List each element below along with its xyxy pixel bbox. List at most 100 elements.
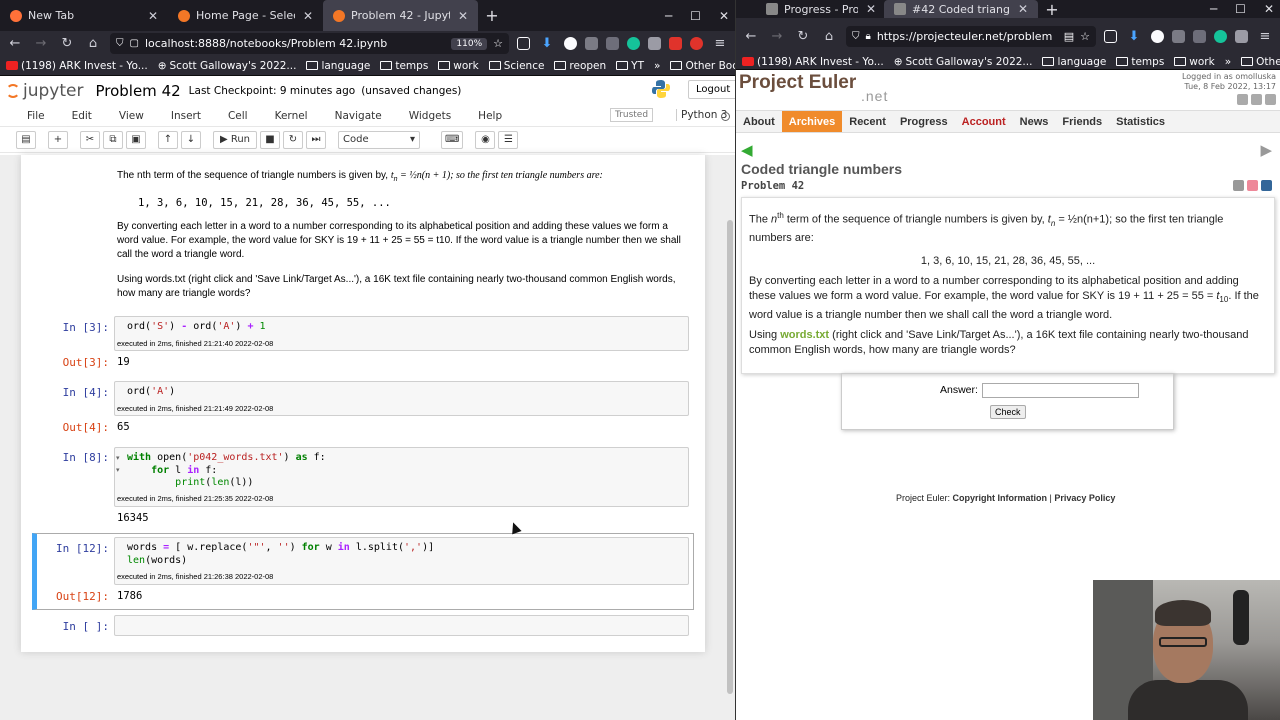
menu-cell[interactable]: Cell (228, 110, 248, 122)
menu-kernel[interactable]: Kernel (275, 110, 308, 122)
menu-help[interactable]: Help (478, 110, 502, 122)
menu-file[interactable]: File (27, 110, 45, 122)
reader-view-icon[interactable]: ▤ (1064, 30, 1074, 43)
privacy-link[interactable]: Privacy Policy (1054, 493, 1115, 503)
nav-progress[interactable]: Progress (893, 111, 955, 132)
library-icon[interactable] (1235, 29, 1248, 43)
bookmark-work[interactable]: work (1174, 56, 1215, 68)
close-icon[interactable]: ✕ (148, 9, 158, 23)
extension-tool-icon[interactable] (1172, 29, 1185, 43)
world-icon[interactable] (1251, 94, 1262, 105)
next-problem-icon[interactable]: ▶ (1260, 141, 1272, 159)
minimize-icon[interactable]: ─ (665, 9, 672, 23)
profile-icon[interactable] (1265, 94, 1276, 105)
code-text[interactable]: words = [ w.replace('"', '') for w in l.… (115, 538, 688, 571)
extension-red-icon[interactable] (669, 37, 682, 50)
nav-account[interactable]: Account (955, 111, 1013, 132)
extension-lastpass-icon[interactable] (690, 37, 703, 50)
pin-icon[interactable] (1233, 180, 1244, 191)
menu-navigate[interactable]: Navigate (335, 110, 382, 122)
grammarly-icon[interactable] (1214, 29, 1227, 43)
url-bar[interactable]: ⛉ ▢ localhost:8888/notebooks/Problem 42.… (110, 33, 509, 54)
info-icon[interactable] (1261, 180, 1272, 191)
extension-s2-icon[interactable] (1193, 29, 1206, 43)
bookmark-galloway[interactable]: ⊕ Scott Galloway's 2022... (158, 60, 297, 72)
empty-code-cell[interactable] (114, 615, 689, 636)
bookmark-ark[interactable]: (1198) ARK Invest - Yo... (6, 60, 148, 72)
copy-icon[interactable]: ⧉ (103, 130, 123, 149)
new-tab-button[interactable]: + (1038, 0, 1066, 19)
reload-icon[interactable]: ↻ (794, 29, 812, 44)
back-icon[interactable]: ← (6, 36, 24, 51)
solvers-icon[interactable] (1247, 180, 1258, 191)
nav-archives[interactable]: Archives (781, 111, 843, 132)
maximize-icon[interactable]: ☐ (690, 9, 701, 23)
tab-progress[interactable]: Progress - Project Euler ✕ (736, 0, 884, 18)
home-icon[interactable]: ⌂ (84, 36, 102, 51)
code-text[interactable]: ord('A') (115, 382, 688, 403)
close-window-icon[interactable]: ✕ (719, 9, 729, 23)
menu-insert[interactable]: Insert (171, 110, 201, 122)
menu-edit[interactable]: Edit (72, 110, 92, 122)
previous-problem-icon[interactable]: ◀ (741, 141, 753, 159)
nav-friends[interactable]: Friends (1055, 111, 1109, 132)
tab-new-tab[interactable]: New Tab ✕ (0, 0, 168, 31)
menu-icon[interactable]: ≡ (711, 36, 729, 51)
vertical-scrollbar[interactable] (727, 220, 733, 694)
eye-icon[interactable]: ◉ (475, 130, 496, 149)
download-icon[interactable]: ⬇ (538, 36, 556, 51)
extension-s-icon[interactable] (564, 37, 577, 50)
nav-about[interactable]: About (736, 111, 782, 132)
stop-icon[interactable]: ■ (260, 130, 280, 149)
url-text[interactable]: localhost:8888/notebooks/Problem 42.ipyn… (145, 37, 445, 50)
tab-home-page[interactable]: Home Page - Select or cr ✕ (168, 0, 323, 31)
tab-problem-42[interactable]: Problem 42 - Jupyter Not ✕ (323, 0, 478, 31)
nav-statistics[interactable]: Statistics (1109, 111, 1172, 132)
bookmark-science[interactable]: Science (488, 60, 544, 72)
insert-cell-icon[interactable]: + (48, 130, 68, 149)
euler-logo[interactable]: Project Euler (739, 72, 856, 94)
bookmark-ark[interactable]: (1198) ARK Invest - Yo... (742, 56, 884, 68)
nav-news[interactable]: News (1013, 111, 1056, 132)
words-txt-link[interactable]: words.txt (780, 329, 829, 341)
cell-type-select[interactable]: Code ▾ (338, 130, 420, 149)
fold-arrow-icon[interactable]: ▾ (116, 454, 120, 462)
chevron-right-icon[interactable]: » (654, 60, 660, 72)
tab-coded-triangle[interactable]: #42 Coded triangle numb ✕ (884, 0, 1038, 18)
jupyter-logo[interactable]: jupyter (6, 81, 83, 101)
zoom-level[interactable]: 110% (451, 37, 488, 50)
move-down-icon[interactable]: ↓ (181, 130, 201, 149)
close-icon[interactable]: ✕ (458, 9, 468, 23)
close-icon[interactable]: ✕ (303, 9, 313, 23)
chevron-right-icon[interactable]: » (1225, 56, 1231, 68)
friends-icon[interactable] (1237, 94, 1248, 105)
library-icon[interactable] (648, 37, 661, 50)
bookmark-work[interactable]: work (438, 60, 479, 72)
copyright-link[interactable]: Copyright Information (953, 493, 1048, 503)
menu-icon[interactable]: ≡ (1256, 29, 1274, 44)
restart-icon[interactable]: ↻ (283, 130, 303, 149)
forward-icon[interactable]: → (768, 29, 786, 44)
extension-tool-icon[interactable] (585, 37, 598, 50)
run-button[interactable]: ▶ Run (213, 130, 257, 149)
new-tab-button[interactable]: + (478, 6, 506, 25)
code-text[interactable]: ord('S') - ord('A') + 1 (115, 317, 688, 338)
download-icon[interactable]: ⬇ (1125, 29, 1143, 44)
notebook-name[interactable]: Problem 42 (95, 82, 180, 100)
bookmark-temps[interactable]: temps (1116, 56, 1164, 68)
answer-input[interactable] (982, 383, 1139, 398)
grammarly-icon[interactable] (627, 37, 640, 50)
paste-icon[interactable]: ▣ (126, 130, 146, 149)
minimize-icon[interactable]: ─ (1210, 2, 1217, 16)
forward-icon[interactable]: → (32, 36, 50, 51)
url-bar[interactable]: ⛉ 🔒︎ https://projecteuler.net/problem ▤ … (846, 25, 1096, 47)
bookmark-yt[interactable]: YT (616, 60, 644, 72)
other-bookmarks[interactable]: Other Bookmarks (670, 60, 735, 72)
close-icon[interactable]: ✕ (866, 2, 876, 16)
pocket-icon[interactable] (517, 37, 530, 50)
trusted-badge[interactable]: Trusted (610, 108, 654, 122)
bookmark-galloway[interactable]: ⊕ Scott Galloway's 2022... (894, 56, 1033, 68)
extension-s-icon[interactable] (1151, 29, 1164, 43)
nav-recent[interactable]: Recent (842, 111, 893, 132)
list-icon[interactable]: ☰ (498, 130, 519, 149)
